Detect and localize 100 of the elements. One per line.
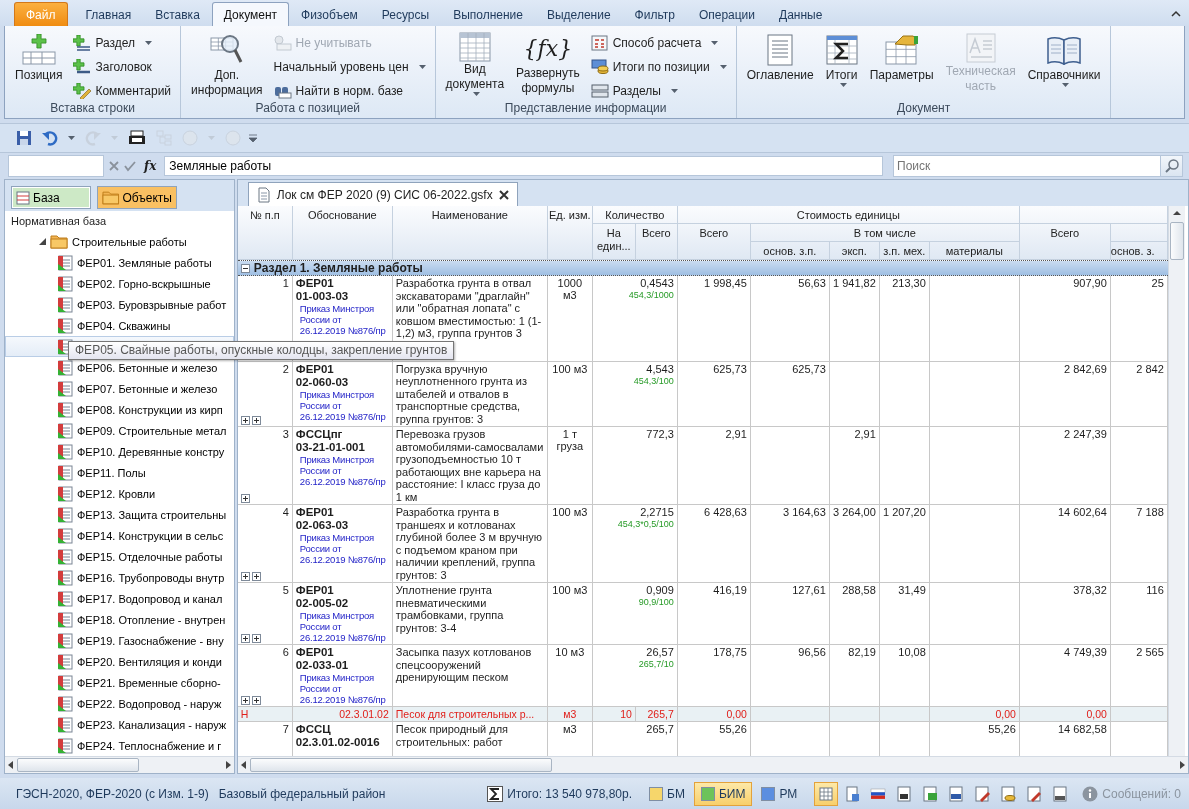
code: 02.3.01.02-0016 xyxy=(295,736,381,749)
code: 02-005-02 xyxy=(295,597,350,610)
table-cell: 2 842 xyxy=(1110,361,1168,426)
table-cell: 1 т груза xyxy=(547,427,593,504)
table-cell: Погрузка вручную неуплотненного грунта из штабелей и отвалов в транспортные средства, группа грунтов: 3 xyxy=(392,361,548,426)
column-header: Всего xyxy=(635,224,678,260)
code: 03-21-01-001 xyxy=(295,441,366,454)
quantity-formula: 90,9/100 xyxy=(637,597,674,608)
quantity: 26,57 xyxy=(645,646,674,659)
code: ФЕР01 xyxy=(295,646,335,659)
column-header: Всего xyxy=(1019,224,1111,260)
row-number: 1 xyxy=(281,277,289,289)
table-cell: 4 749,39 xyxy=(1019,645,1111,706)
table-cell: 1 998,45 xyxy=(677,276,751,361)
table-cell: 10 м3 xyxy=(547,645,593,706)
row-number: 6 xyxy=(281,646,289,658)
table-cell: 2 842,69 xyxy=(1019,361,1111,426)
quantity: 2,2715 xyxy=(639,506,674,519)
code: ФЕР01 xyxy=(295,506,335,519)
group-title: Работа с позицией xyxy=(254,101,362,117)
table-cell: 100 м3 xyxy=(547,583,593,644)
column-header: В том числе xyxy=(750,224,1020,242)
column-header: з.п. мех. xyxy=(879,242,930,260)
code: ФЕР01 xyxy=(295,362,335,376)
column-header: основ. з.п. xyxy=(750,242,830,260)
table-cell: 02.3.01.02 xyxy=(292,707,393,721)
row-number: 2 xyxy=(281,362,289,375)
messages-count: Сообщений: 0 xyxy=(1102,787,1181,801)
quantity: 0,909 xyxy=(645,584,674,597)
table-cell: 31,49 xyxy=(879,583,930,644)
table-cell: 625,73 xyxy=(750,361,830,426)
group-title: Представление информации xyxy=(503,101,668,117)
code: ФССЦпг xyxy=(295,428,344,441)
quantity: 772,3 xyxy=(645,428,674,441)
table-cell: 213,30 xyxy=(879,276,930,361)
total-amount: Итого: 13 540 978,80р. xyxy=(507,787,633,801)
row-number: 5 xyxy=(281,584,289,596)
table-cell: Разработка грунта в траншеях и котлованах глубиной более 3 м вручную с подъемом краном при наличии креплений, группа грунтов: 3 xyxy=(392,505,548,582)
source-note: Приказ Минстроя России от 26.12.2019 №876/пр xyxy=(298,672,387,705)
table-cell: 116 xyxy=(1110,583,1168,644)
column-header: № п.п xyxy=(237,206,293,260)
table-cell: 25 xyxy=(1110,276,1168,361)
quantity: 265,7 xyxy=(645,723,674,736)
table-cell: 6 428,63 xyxy=(677,505,751,582)
table-cell: 416,19 xyxy=(677,583,751,644)
source-note: Приказ Минстроя России от 26.12.2019 №876/пр xyxy=(298,532,387,565)
code: 02-063-03 xyxy=(295,519,350,532)
section-title: Раздел 1. Земляные работы xyxy=(253,261,423,275)
column-header: Количество xyxy=(592,206,678,224)
table-cell: 96,56 xyxy=(750,645,830,706)
table-cell: 56,63 xyxy=(750,276,830,361)
table-cell: м3 xyxy=(547,707,593,721)
table-cell: Песок для строительных р... xyxy=(392,707,548,721)
table-cell: 10 xyxy=(592,707,636,721)
column-header: На един... xyxy=(592,224,636,260)
table-cell: 3 164,63 xyxy=(750,505,830,582)
table-cell: 127,61 xyxy=(750,583,830,644)
quantity: 4,543 xyxy=(645,362,674,376)
column-header: эксп. xyxy=(829,242,880,260)
source-note: Приказ Минстроя России от 26.12.2019 №876/пр xyxy=(298,303,387,336)
panel-title: Нормативная база xyxy=(10,214,108,229)
table-cell: 1 941,82 xyxy=(829,276,880,361)
table-cell: 0,00 xyxy=(677,707,751,721)
table-cell: 2 247,39 xyxy=(1019,427,1111,504)
column-header: материалы xyxy=(929,242,1020,260)
code: ФЕР01 xyxy=(295,584,335,597)
table-cell: 2,91 xyxy=(677,427,751,504)
table-cell: 625,73 xyxy=(677,361,751,426)
formula-icon: {fx} xyxy=(523,32,573,66)
row-number: 7 xyxy=(281,723,289,735)
quantity: 0,4543 xyxy=(639,277,674,290)
code: 01-003-03 xyxy=(295,290,350,303)
column-header: Обоснование xyxy=(292,206,393,260)
table-cell: Засыпка пазух котлованов спецсооружений дренирующим песком xyxy=(392,645,548,706)
group-title: Документ xyxy=(895,101,952,117)
column-header: основ. з. xyxy=(1110,242,1168,260)
table-cell: 0,00 xyxy=(1019,707,1111,721)
table-cell: 288,58 xyxy=(829,583,880,644)
table-cell: 0,00 xyxy=(929,707,1020,721)
table-cell: 1 207,20 xyxy=(879,505,930,582)
quantity-formula: 454,3/100 xyxy=(632,375,674,387)
document-title: Лок см ФЕР 2020 (9) СИС 06-2022.gsfx xyxy=(276,187,493,202)
table-cell: 907,90 xyxy=(1019,276,1111,361)
table-cell: 178,75 xyxy=(677,645,751,706)
table-cell: Уплотнение грунта пневматическими трамбовками, группа грунтов: 3-4 xyxy=(392,583,548,644)
row-number: 3 xyxy=(281,428,289,440)
table-cell: 82,19 xyxy=(829,645,880,706)
quantity-formula: 454,3/1000 xyxy=(627,290,674,301)
code: 02-033-01 xyxy=(295,659,350,672)
table-cell: 265,7 xyxy=(635,707,678,721)
table-cell: 378,32 xyxy=(1019,583,1111,644)
table-cell: 10,08 xyxy=(879,645,930,706)
table-cell: 1000 м3 xyxy=(547,276,593,361)
source-note: Приказ Минстроя России от 26.12.2019 №876/пр xyxy=(298,388,387,422)
table-cell: 7 188 xyxy=(1110,505,1168,582)
quantity-formula: 265,7/10 xyxy=(637,659,674,670)
tooltip: ФЕР05. Свайные работы, опускные колодцы, закрепление грунтов xyxy=(68,341,455,360)
status-text: Базовый федеральный район xyxy=(218,787,386,801)
source-note: Приказ Минстроя России от 26.12.2019 №876/пр xyxy=(298,610,387,643)
quantity-formula: 454,3*0,5/100 xyxy=(616,519,674,530)
